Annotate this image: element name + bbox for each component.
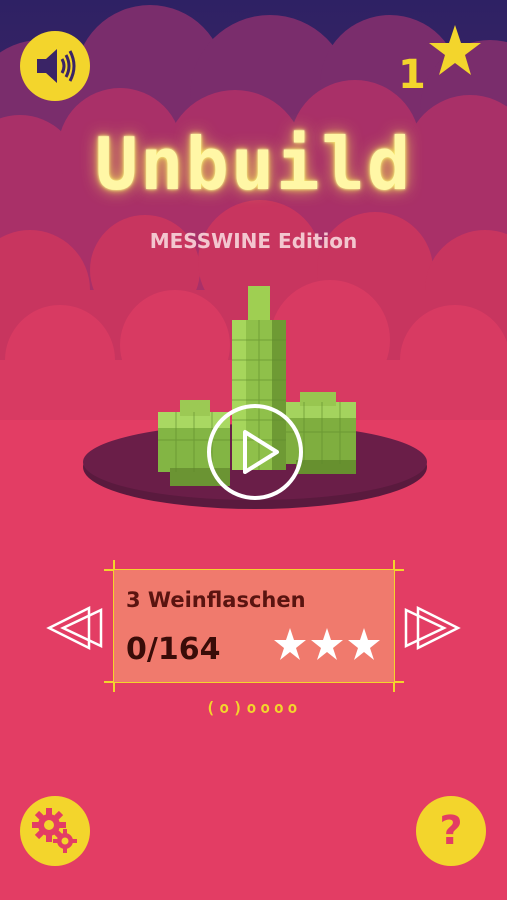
speaker-icon — [37, 49, 76, 83]
sound-toggle-button[interactable] — [20, 31, 90, 101]
level-name: 3 Weinflaschen — [126, 588, 306, 612]
gear-icon — [32, 808, 77, 853]
settings-button[interactable] — [20, 796, 90, 866]
star-outline-icon — [274, 628, 306, 660]
question-icon: ? — [439, 808, 463, 854]
level-progress: 0/164 — [126, 632, 221, 667]
play-button[interactable] — [207, 404, 303, 500]
level-stars — [274, 628, 380, 660]
star-icon — [429, 25, 481, 75]
double-arrow-right-icon — [404, 605, 461, 651]
prev-level-button[interactable] — [45, 604, 103, 652]
help-button[interactable]: ? — [416, 796, 486, 866]
star-outline-icon — [348, 628, 380, 660]
game-subtitle: MESSWINE Edition — [149, 229, 358, 253]
star-outline-icon — [311, 628, 343, 660]
star-count: 1 — [398, 52, 426, 98]
next-level-button[interactable] — [404, 604, 462, 652]
double-arrow-left-icon — [46, 605, 103, 651]
game-title: Unbuild — [94, 122, 413, 206]
page-indicator: (o)oooo — [205, 698, 302, 717]
play-icon — [243, 430, 279, 474]
